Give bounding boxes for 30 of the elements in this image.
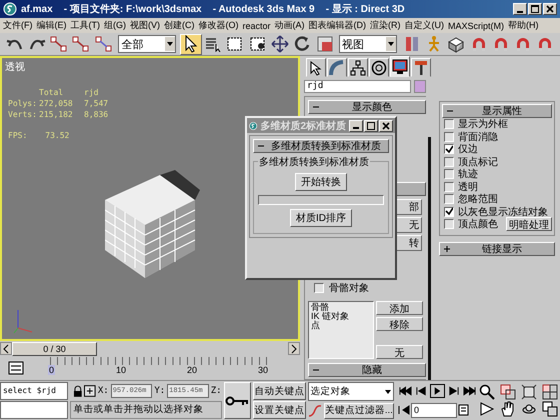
- checkbox-label: 轨迹: [458, 168, 478, 182]
- window-title: af.max - 项目文件夹: F:\work\3dsmax - Autodesk 3ds Max 9 - 显示 : Direct 3D: [21, 2, 406, 16]
- coordinate-label: Z:: [210, 386, 222, 396]
- stats-value: 215,182: [39, 110, 73, 119]
- fps-value: FPS:: [8, 131, 28, 140]
- frame-tick-label: 0: [48, 365, 56, 375]
- checkbox-label: 骨骼对象: [329, 282, 369, 295]
- stats-value: Verts:: [8, 110, 37, 119]
- checkbox-label: 以灰色显示冻结对象: [458, 206, 548, 218]
- checkbox-label: 显示为外框: [458, 118, 508, 132]
- checkbox-label: 顶点标记: [458, 156, 498, 168]
- stats-header: Total: [39, 88, 64, 97]
- stats-header: rjd: [84, 88, 98, 97]
- checkbox-label: 仅边: [458, 142, 478, 156]
- stats-value: 7,547: [84, 99, 108, 108]
- status-prompt: 单击或单击并拖动以选择对象: [70, 401, 222, 419]
- stats-value: 272,058: [39, 99, 73, 108]
- fps-value: 73.52: [45, 131, 70, 140]
- coordinate-label: Y:: [154, 386, 166, 396]
- frame-tick-label: 20: [186, 365, 197, 375]
- group-label: 多维材质转换到标准材质: [258, 155, 370, 169]
- frame-tick-label: 30: [258, 365, 268, 375]
- checkbox-label: 透明: [458, 180, 478, 194]
- frame-tick-label: 10: [116, 365, 126, 375]
- checkbox-label: 忽略范围: [458, 192, 498, 206]
- checkbox-label: 背面消隐: [458, 130, 498, 144]
- coordinate-label: X:: [98, 386, 109, 396]
- stats-value: Polys:: [8, 99, 37, 108]
- stats-value: 8,836: [84, 110, 108, 119]
- checkbox-label: 顶点颜色: [458, 218, 498, 232]
